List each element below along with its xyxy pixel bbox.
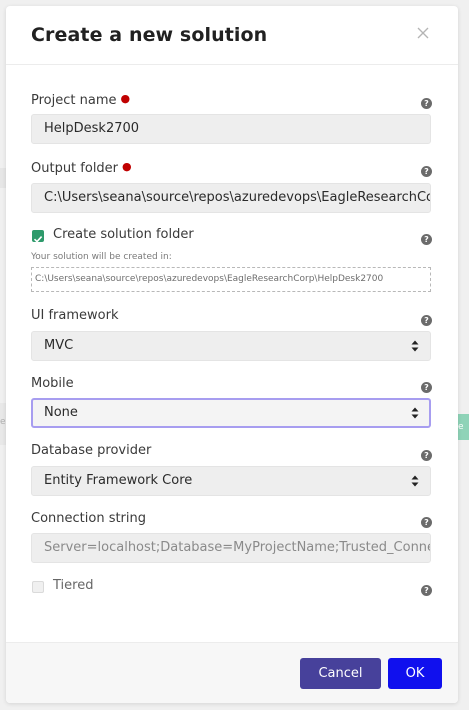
cancel-button[interactable]: Cancel <box>300 658 381 689</box>
question-circle-icon[interactable]: ? <box>421 234 432 245</box>
project-name-label-text: Project name <box>31 93 117 108</box>
create-solution-folder-checkbox[interactable] <box>32 230 44 243</box>
tiered-checkbox[interactable] <box>32 581 44 593</box>
background-text: e <box>0 417 6 427</box>
solution-path-preview: C:\Users\seana\source\repos\azuredevops\… <box>31 267 431 292</box>
select-arrows-icon <box>411 407 419 419</box>
required-indicator: ● <box>120 92 131 105</box>
solution-path-hint: Your solution will be created in: <box>31 252 172 262</box>
output-folder-label: Output folder ● <box>31 160 132 176</box>
create-solution-dialog: Create a new solution Project name ● ? He… <box>6 6 458 703</box>
connection-string-input[interactable]: Server=localhost;Database=MyProjectName;… <box>31 533 431 563</box>
output-folder-input[interactable]: C:\Users\seana\source\repos\azuredevops\… <box>31 183 431 213</box>
required-indicator: ● <box>122 160 132 173</box>
dialog-footer: Cancel OK <box>6 642 458 703</box>
output-folder-label-text: Output folder <box>31 161 119 176</box>
database-provider-label: Database provider <box>31 443 152 458</box>
question-circle-icon[interactable]: ? <box>421 517 432 528</box>
ui-framework-select-value: MVC <box>44 338 74 353</box>
mobile-select-value: None <box>44 405 78 420</box>
question-circle-icon[interactable]: ? <box>421 315 432 326</box>
ok-button[interactable]: OK <box>388 658 442 689</box>
tiered-label[interactable]: Tiered <box>53 578 93 593</box>
checkmark-icon <box>33 236 43 243</box>
connection-string-label: Connection string <box>31 511 147 526</box>
dialog-title: Create a new solution <box>31 24 268 46</box>
question-circle-icon[interactable]: ? <box>421 382 432 393</box>
mobile-select[interactable]: None <box>31 398 431 428</box>
mobile-label: Mobile <box>31 376 74 391</box>
question-circle-icon[interactable]: ? <box>421 98 432 109</box>
close-icon[interactable] <box>416 26 430 40</box>
select-arrows-icon <box>411 340 419 352</box>
create-solution-folder-label[interactable]: Create solution folder <box>53 227 194 242</box>
question-circle-icon[interactable]: ? <box>421 585 432 596</box>
project-name-label: Project name ● <box>31 92 130 108</box>
ui-framework-select[interactable]: MVC <box>31 331 431 361</box>
project-name-input[interactable]: HelpDesk2700 <box>31 114 431 144</box>
select-arrows-icon <box>411 475 419 487</box>
question-circle-icon[interactable]: ? <box>421 166 432 177</box>
database-provider-select-value: Entity Framework Core <box>44 473 193 488</box>
question-circle-icon[interactable]: ? <box>421 450 432 461</box>
ui-framework-label: UI framework <box>31 308 119 323</box>
dialog-header: Create a new solution <box>6 6 458 65</box>
database-provider-select[interactable]: Entity Framework Core <box>31 466 431 496</box>
